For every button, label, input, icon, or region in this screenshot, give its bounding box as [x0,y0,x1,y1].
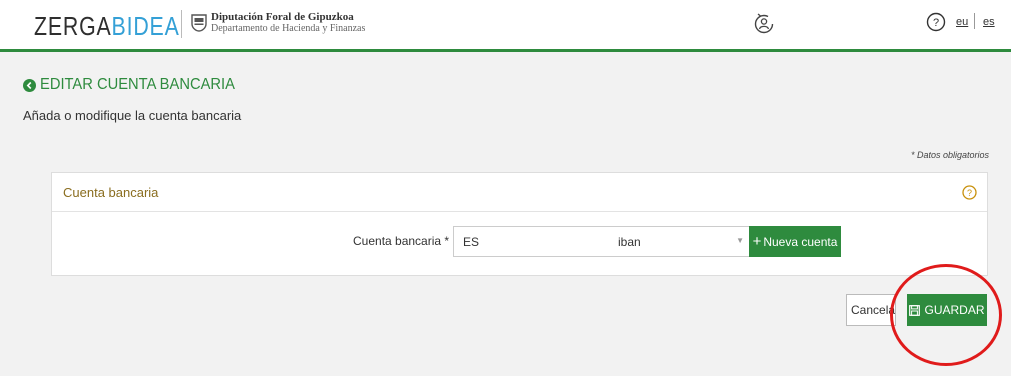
back-arrow-icon[interactable] [23,79,36,92]
lang-divider [974,13,975,29]
lang-es-link[interactable]: es [983,16,995,28]
lang-eu-link[interactable]: eu [956,16,968,28]
user-refresh-icon[interactable] [753,11,775,35]
bank-account-label: Cuenta bancaria * [353,234,450,248]
org-title: Diputación Foral de Gipuzkoa [211,11,354,23]
select-value-suffix: iban [618,235,641,249]
new-account-button[interactable]: + Nueva cuenta [749,226,841,257]
new-account-label: Nueva cuenta [763,235,838,249]
save-label: GUARDAR [924,303,985,317]
panel-help-icon[interactable]: ? [962,185,977,200]
top-header: ZERGABIDEA Diputación Foral de Gipuzkoa … [0,0,1011,52]
org-subtitle: Departamento de Hacienda y Finanzas [211,23,366,34]
logo-text-bidea: BIDEA [111,11,180,41]
zergabidea-logo[interactable]: ZERGABIDEA [34,11,180,42]
logo-divider [181,10,182,38]
svg-text:?: ? [933,17,939,29]
page-subtitle: Añada o modifique la cuenta bancaria [23,108,242,123]
page-title: EDITAR CUENTA BANCARIA [40,76,235,93]
save-button[interactable]: GUARDAR [907,294,987,326]
panel-title: Cuenta bancaria [63,185,159,200]
required-fields-note: * Datos obligatorios [910,150,989,160]
logo-text-zerga: ZERGA [34,11,112,41]
plus-icon: + [752,233,762,250]
help-circle-icon[interactable]: ? [926,12,946,32]
chevron-down-icon: ▼ [736,236,744,245]
org-name: Diputación Foral de Gipuzkoa Departament… [211,11,366,35]
select-value: ES [463,235,482,249]
coat-of-arms-icon [191,14,207,32]
svg-text:?: ? [967,188,972,198]
bank-account-panel: Cuenta bancaria ? Cuenta bancaria * ES i… [51,172,988,276]
floppy-disk-icon [909,305,921,316]
panel-header: Cuenta bancaria ? [52,173,987,212]
cancel-button[interactable]: Cancelar [846,294,896,326]
bank-account-select[interactable]: ES iban ▼ [453,226,751,257]
